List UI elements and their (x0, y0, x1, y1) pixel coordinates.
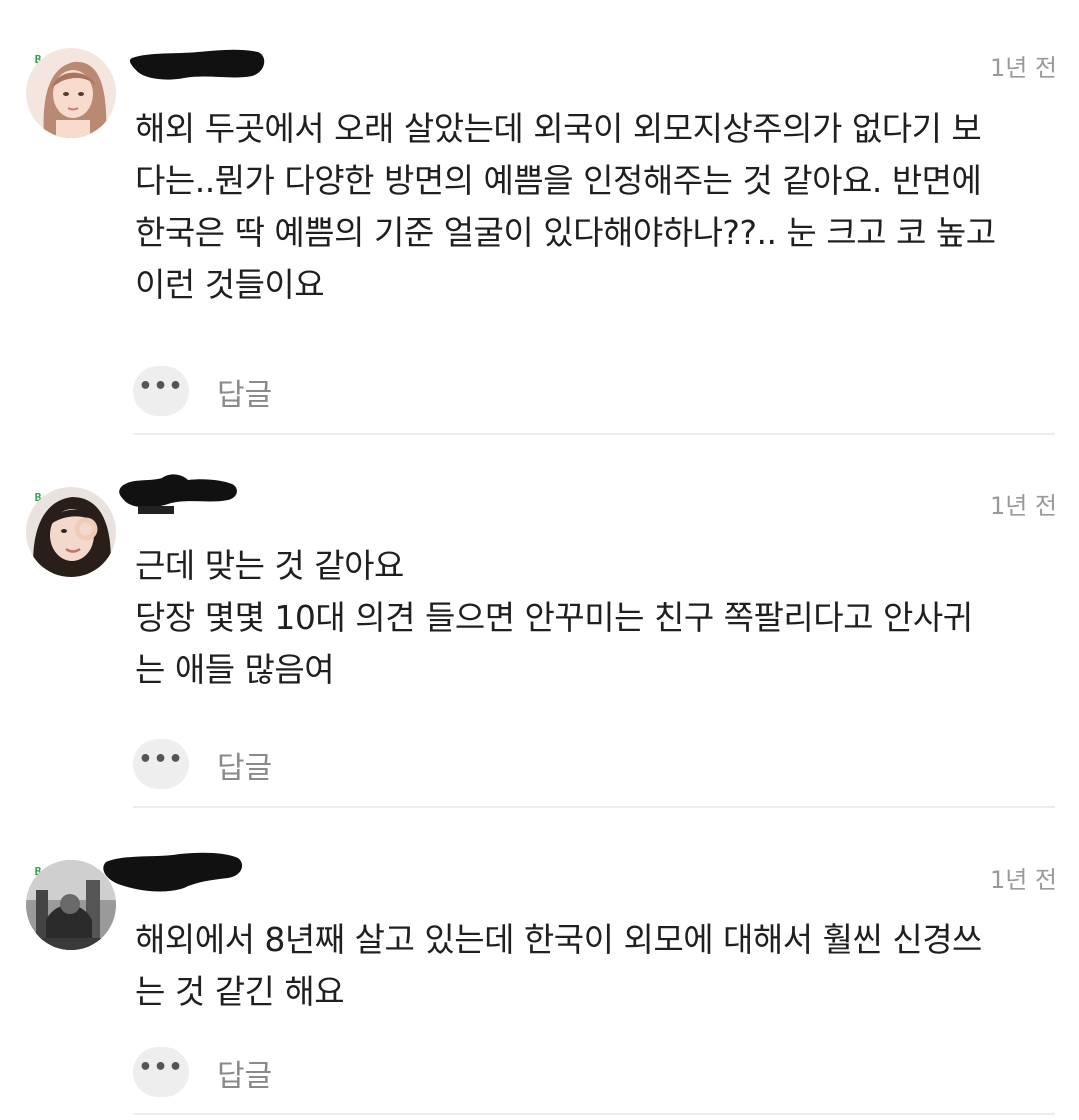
timestamp: 1년 전 (989, 866, 1057, 894)
divider (133, 433, 1055, 435)
more-options-button[interactable]: ••• (133, 739, 189, 789)
timestamp: 1년 전 (989, 54, 1057, 82)
reply-button[interactable]: 답글 (217, 743, 272, 787)
more-icon: ••• (138, 1055, 184, 1080)
more-options-button[interactable]: ••• (133, 366, 189, 416)
more-icon: ••• (138, 374, 184, 399)
comment-text: 해외에서 8년째 살고 있는데 한국이 외모에 대해서 훨씬 신경쓰 는 것 같… (135, 920, 982, 1011)
reply-button[interactable]: 답글 (217, 370, 272, 414)
divider (133, 806, 1055, 808)
comment-text: 근데 맞는 것 같아요 당장 몇몇 10대 의견 들으면 안꾸미는 친구 쪽팔리… (135, 546, 973, 689)
more-options-button[interactable]: ••• (133, 1047, 189, 1097)
reply-button[interactable]: 답글 (217, 1051, 272, 1095)
username-redacted (128, 44, 268, 86)
username-redacted (118, 470, 242, 520)
timestamp: 1년 전 (989, 492, 1057, 520)
avatar[interactable] (26, 48, 116, 138)
avatar[interactable] (26, 487, 116, 577)
comment-text: 해외 두곳에서 오래 살았는데 외국이 외모지상주의가 없다기 보 다는..뭔가… (135, 109, 996, 304)
divider (133, 1113, 1055, 1115)
more-icon: ••• (138, 747, 184, 772)
username-redacted (100, 848, 245, 896)
